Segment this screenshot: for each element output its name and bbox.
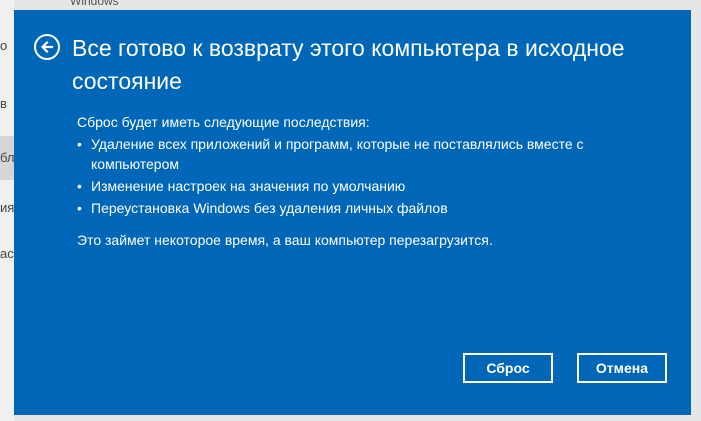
effects-list: • Удаление всех приложений и программ, к… <box>77 134 637 220</box>
list-item: • Переустановка Windows без удаления лич… <box>77 198 637 218</box>
background-top-text: Windows <box>70 0 119 8</box>
dialog-title: Все готово к возврату этого компьютера в… <box>72 35 625 94</box>
list-item: • Изменение настроек на значения по умол… <box>77 176 637 196</box>
list-item: • Удаление всех приложений и программ, к… <box>77 134 637 174</box>
bullet: • <box>77 178 82 194</box>
background-sidebar-item: в <box>0 96 7 111</box>
bullet: • <box>77 136 82 152</box>
effect-text: Изменение настроек на значения по умолча… <box>91 178 406 194</box>
restart-note: Это займет некоторое время, а ваш компью… <box>77 232 493 248</box>
bullet: • <box>77 200 82 216</box>
effects-intro: Сброс будет иметь следующие последствия: <box>77 114 370 130</box>
reset-dialog: Все готово к возврату этого компьютера в… <box>14 10 691 415</box>
reset-button[interactable]: Сброс <box>463 353 553 383</box>
background-sidebar-item-selected: бл <box>0 136 14 180</box>
back-arrow-icon <box>40 40 54 54</box>
background-sidebar-item: ия <box>0 200 14 215</box>
effect-text: Переустановка Windows без удаления личны… <box>91 200 448 216</box>
background-sidebar-item: о <box>0 38 8 53</box>
background-sidebar: о в бл ия ас <box>0 0 14 421</box>
background-sidebar-item: ас <box>0 246 14 261</box>
back-button[interactable] <box>34 34 60 60</box>
effect-text: Удаление всех приложений и программ, кот… <box>91 136 584 172</box>
cancel-button[interactable]: Отмена <box>577 353 667 383</box>
